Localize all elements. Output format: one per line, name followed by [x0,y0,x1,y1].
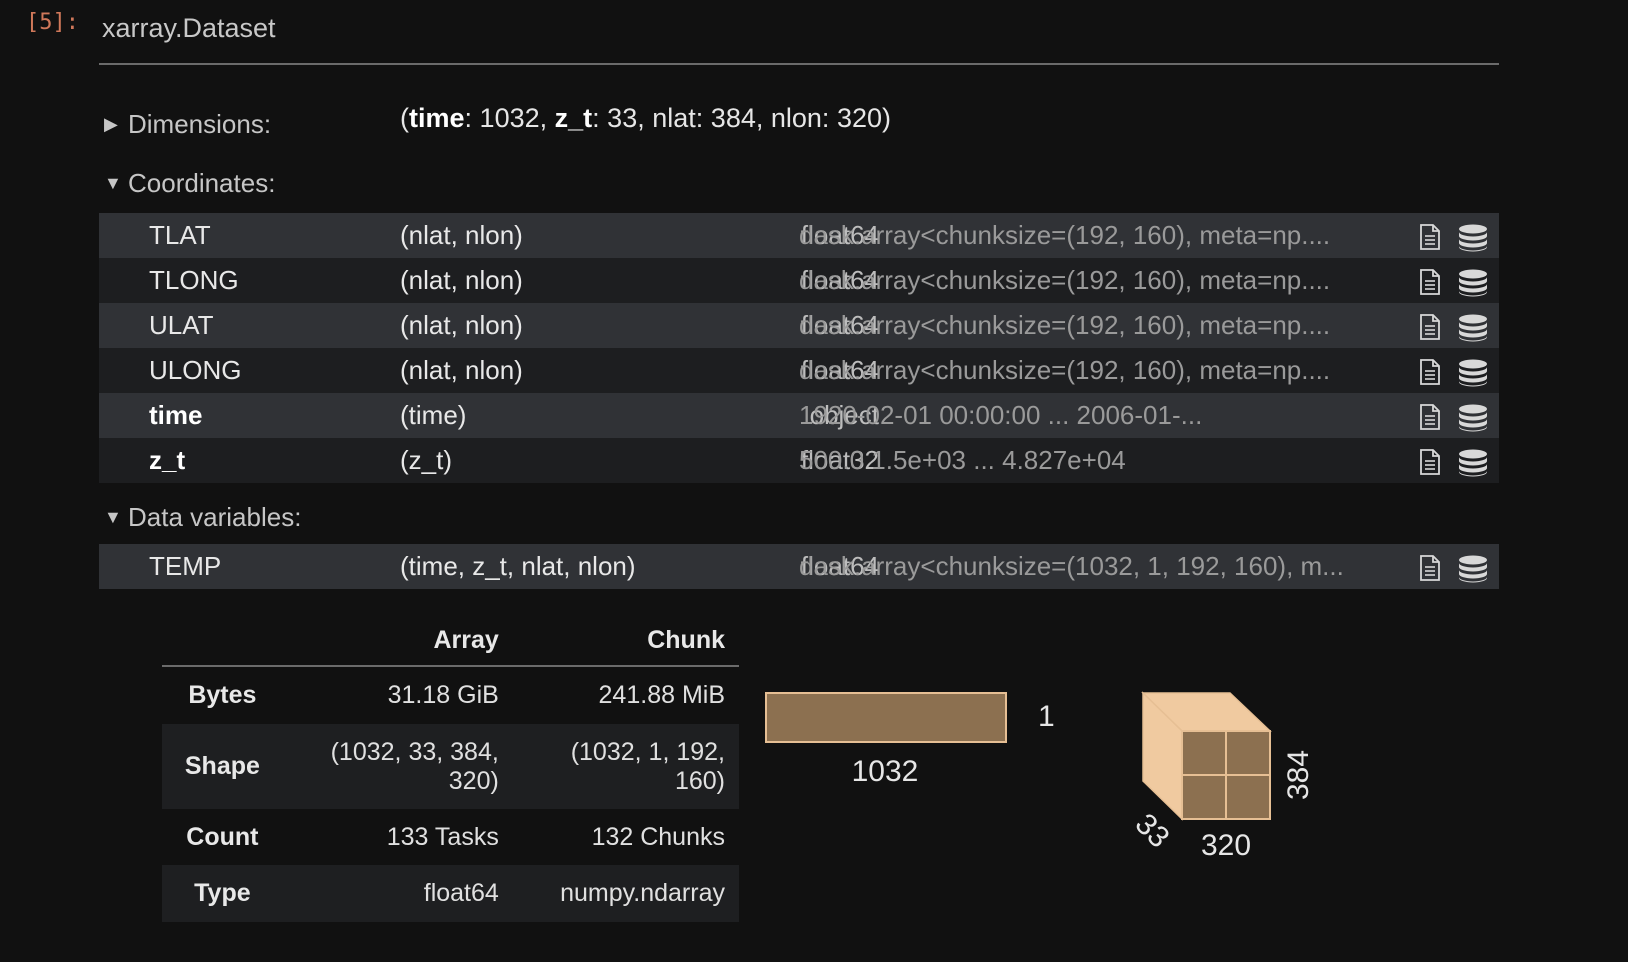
bar-width-label: 1032 [852,755,919,788]
cube-depth-label: 33 [1129,807,1176,854]
cube-width-label: 320 [1201,829,1251,862]
time-chunk-bar [765,692,1007,743]
cube-height-label: 384 [1282,750,1315,800]
bar-height-label: 1 [1038,700,1055,733]
chunk-diagram: 1 1032 384 320 33 [765,691,1315,862]
